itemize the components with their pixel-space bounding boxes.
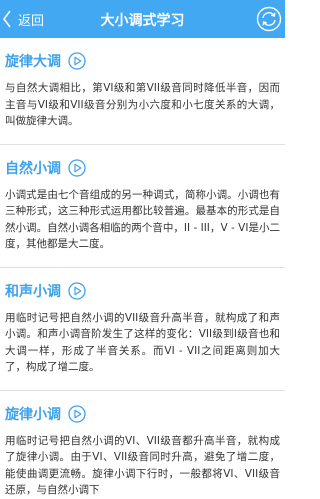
section-header: 旋律小调: [5, 403, 280, 425]
section-harmonic-minor: 和声小调 用临时记号把自然小调的VII级音升高半音，就构成了和声小调。和声小调音…: [0, 280, 285, 376]
play-icon[interactable]: [68, 281, 86, 300]
section-natural-minor: 自然小调 小调式是由七个音组成的另一种调式，简称小调。小调也有三种形式，这三种形…: [0, 157, 285, 253]
section-body: 用临时记号把自然小调的VI、VII级音都升高半音，就构成了旋律小调。由于VI、V…: [5, 434, 280, 497]
section-melodic-minor: 旋律小调 用临时记号把自然小调的VI、VII级音都升高半音，就构成了旋律小调。由…: [0, 403, 285, 499]
divider: [0, 266, 285, 268]
content-area[interactable]: 旋律大调 与自然大调相比，第VI级和第VII级音同时降低半音，因而主音与VI级和…: [0, 38, 285, 499]
play-icon[interactable]: [68, 404, 86, 423]
section-title: 旋律大调: [5, 54, 61, 70]
play-icon[interactable]: [68, 52, 86, 70]
section-body: 小调式是由七个音组成的另一种调式，简称小调。小调也有三种形式，这三种形式运用都比…: [5, 188, 280, 251]
section-title: 自然小调: [5, 160, 61, 177]
section-header: 和声小调: [5, 280, 280, 302]
app-header: 返回 大小调式学习: [0, 0, 285, 38]
section-title: 旋律小调: [5, 406, 61, 423]
section-body: 用临时记号把自然小调的VII级音升高半音，就构成了和声小调。和声小调音阶发生了这…: [5, 311, 280, 374]
section-melodic-major: 旋律大调 与自然大调相比，第VI级和第VII级音同时降低半音，因而主音与VI级和…: [0, 50, 285, 130]
section-header: 自然小调: [5, 157, 280, 179]
divider: [0, 143, 285, 145]
play-icon[interactable]: [68, 158, 86, 177]
divider: [0, 389, 285, 391]
section-header: 旋律大调: [5, 50, 280, 72]
section-title: 和声小调: [5, 283, 61, 300]
page-title: 大小调式学习: [100, 13, 185, 29]
refresh-icon[interactable]: [256, 6, 282, 32]
section-body: 与自然大调相比，第VI级和第VII级音同时降低半音，因而主音与VI级和VII级音…: [5, 82, 280, 127]
